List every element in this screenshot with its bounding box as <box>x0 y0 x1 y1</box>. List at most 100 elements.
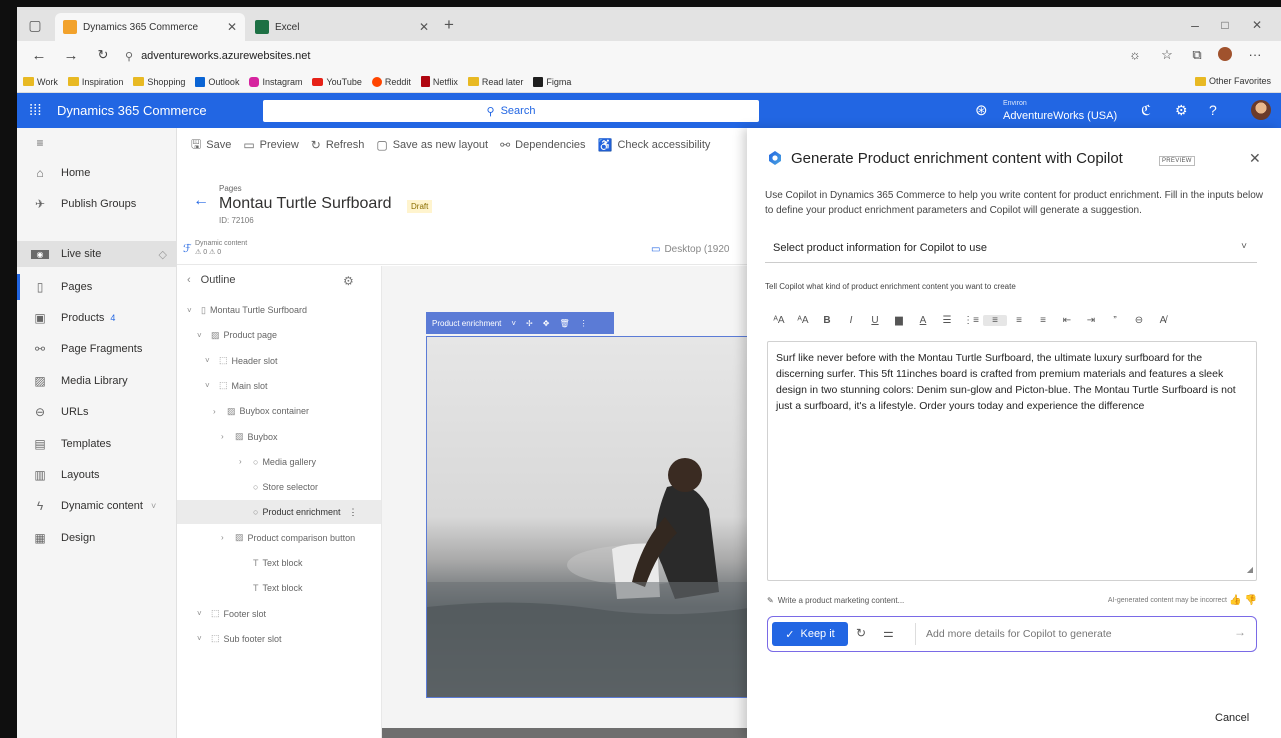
delete-icon[interactable]: 🗑 <box>559 319 569 328</box>
expand-chevron-icon[interactable]: ˅ <box>205 356 215 365</box>
minimize-icon[interactable]: – <box>1185 15 1205 35</box>
help-icon[interactable]: ? <box>1209 102 1217 118</box>
outdent-icon[interactable]: ⇤ <box>1055 315 1079 326</box>
nav-item-pages[interactable]: ▯ Pages <box>17 274 177 300</box>
bookmark-inspiration[interactable]: Inspiration <box>67 77 123 87</box>
nav-item-urls[interactable]: ⊖ URLs <box>17 399 177 425</box>
outline-item[interactable]: ˅ ⬚ Sub footer slot <box>197 627 282 651</box>
close-panel-icon[interactable]: ✕ <box>1249 150 1261 167</box>
keep-it-button[interactable]: ✓ Keep it <box>772 622 848 646</box>
expand-chevron-icon[interactable]: ˅ <box>197 331 207 340</box>
thumbs-down-icon[interactable]: 👎 <box>1245 595 1257 606</box>
outline-item[interactable]: ˅ ⬚ Main slot <box>205 374 268 398</box>
expand-chevron-icon[interactable]: › <box>221 432 231 441</box>
close-tab-icon[interactable]: ✕ <box>419 20 429 34</box>
nav-item-products[interactable]: ▣ Products 4 <box>17 305 177 331</box>
url-field[interactable]: ⚲ adventureworks.azurewebsites.net <box>125 46 1105 66</box>
bookmark-instagram[interactable]: Instagram <box>249 76 302 87</box>
outline-item[interactable]: › ▨ Buybox container <box>213 399 309 423</box>
nav-item-media-library[interactable]: ▨ Media Library <box>17 368 177 394</box>
close-window-icon[interactable]: ✕ <box>1247 15 1267 35</box>
dynamic-content-status[interactable]: Dynamic content ⚠ 0 ⚠ 0 <box>195 239 247 257</box>
copilot-header-icon[interactable]: ℭ <box>1141 102 1151 119</box>
bookmark-work[interactable]: Work <box>23 77 58 87</box>
italic-icon[interactable]: I <box>839 315 863 326</box>
environment-name[interactable]: AdventureWorks (USA) <box>1003 110 1117 122</box>
highlight-icon[interactable]: ▆ <box>887 315 911 326</box>
font-size-increase-icon[interactable]: ᴬA <box>767 315 791 326</box>
font-size-decrease-icon[interactable]: ᴬA <box>791 315 815 326</box>
outline-header[interactable]: ‹ Outline <box>187 274 236 286</box>
nav-item-layouts[interactable]: ▥ Layouts <box>17 462 177 488</box>
send-arrow-icon[interactable]: → <box>1234 625 1246 639</box>
settings-gear-icon[interactable]: ⚙ <box>1175 102 1188 119</box>
align-center-icon[interactable]: ≡ <box>1007 315 1031 326</box>
expand-chevron-icon[interactable]: ˅ <box>205 381 215 390</box>
indent-icon[interactable]: ⇥ <box>1079 315 1103 326</box>
resize-grip-icon[interactable]: ◢ <box>1247 562 1253 578</box>
regenerate-icon[interactable]: ↻ <box>856 626 866 640</box>
expand-chevron-icon[interactable]: › <box>239 457 249 466</box>
app-name[interactable]: Dynamics 365 Commerce <box>57 103 207 118</box>
chevron-down-icon[interactable]: ˅ <box>511 319 516 328</box>
nav-item-page-fragments[interactable]: ⚯ Page Fragments <box>17 336 177 362</box>
content-editor[interactable]: Surf like never before with the Montau T… <box>767 341 1257 581</box>
outline-item[interactable]: ˅ ▯ Montau Turtle Surfboard <box>187 298 307 322</box>
link-icon[interactable]: ⊖ <box>1127 315 1151 326</box>
app-launcher-icon[interactable]: ⁞⁞⁞ <box>29 102 42 119</box>
search-box[interactable]: ⚲ Search <box>263 100 759 122</box>
back-icon[interactable]: ← <box>29 47 49 64</box>
product-info-dropdown[interactable]: Select product information for Copilot t… <box>765 233 1257 263</box>
tab-dynamics[interactable]: Dynamics 365 Commerce ✕ <box>55 13 245 41</box>
add-icon[interactable]: ✢ <box>526 319 533 328</box>
clear-format-icon[interactable]: A̸ <box>1151 315 1175 326</box>
outline-settings-icon[interactable]: ⚙ <box>343 274 354 288</box>
save-button[interactable]: 🖫 Save <box>191 135 231 156</box>
forward-icon[interactable]: → <box>61 47 81 64</box>
bookmark-reddit[interactable]: Reddit <box>371 76 411 87</box>
bookmark-figma[interactable]: Figma <box>533 76 571 87</box>
viewport-selector[interactable]: ▭ Desktop (1920 <box>651 244 730 255</box>
other-favorites[interactable]: Other Favorites <box>1194 76 1271 86</box>
align-left-icon[interactable]: ≡ <box>983 314 1007 326</box>
details-input[interactable] <box>915 623 1233 645</box>
adjust-icon[interactable]: ⚌ <box>883 626 894 640</box>
underline-icon[interactable]: U <box>863 315 887 326</box>
bookmark-outlook[interactable]: Outlook <box>195 76 239 87</box>
outline-item[interactable]: ○ Product enrichment ⋮ <box>177 500 381 525</box>
save-layout-button[interactable]: ▢ Save as new layout <box>376 138 488 152</box>
nav-item-design[interactable]: ▦ Design <box>17 525 177 551</box>
outline-item[interactable]: › ▨ Buybox <box>221 425 278 449</box>
nav-item-dynamic-content[interactable]: ϟ Dynamic content ˅ <box>17 493 177 519</box>
outline-item[interactable]: T Text block <box>239 576 303 600</box>
align-right-icon[interactable]: ≡ <box>1031 315 1055 326</box>
maximize-icon[interactable]: □ <box>1215 15 1235 35</box>
collections-icon[interactable]: ⧉ <box>1187 47 1207 63</box>
numbered-list-icon[interactable]: ⋮≡ <box>959 315 983 326</box>
check-accessibility-button[interactable]: ♿ Check accessibility <box>598 138 711 152</box>
new-tab-icon[interactable]: + <box>439 15 459 35</box>
expand-chevron-icon[interactable]: › <box>213 407 223 416</box>
outline-item[interactable]: ˅ ⬚ Header slot <box>205 349 278 373</box>
nav-item-publish-groups[interactable]: ✈ Publish Groups <box>17 191 177 217</box>
nav-item-templates[interactable]: ▤ Templates <box>17 431 177 457</box>
outline-item[interactable]: ˅ ⬚ Footer slot <box>197 602 266 626</box>
cancel-button[interactable]: Cancel <box>1215 712 1249 724</box>
favorites-star-icon[interactable]: ☆ <box>1157 47 1177 63</box>
expand-chevron-icon[interactable]: › <box>221 533 231 542</box>
nav-item-live-site[interactable]: ◉ Live site ◇ <box>17 241 177 267</box>
outline-item[interactable]: › ○ Media gallery <box>239 450 316 474</box>
tab-excel[interactable]: Excel ✕ <box>247 13 437 41</box>
outline-item[interactable]: ○ Store selector <box>239 475 318 499</box>
bookmark-read-later[interactable]: Read later <box>467 77 523 87</box>
close-tab-icon[interactable]: ✕ <box>227 20 237 34</box>
refresh-button[interactable]: ↻ Refresh <box>311 138 365 152</box>
profile-icon[interactable] <box>1215 47 1235 64</box>
quote-icon[interactable]: ” <box>1103 315 1127 326</box>
more-icon[interactable]: ··· <box>1245 47 1265 62</box>
font-color-icon[interactable]: A <box>911 315 935 326</box>
nav-item-home[interactable]: ⌂ Home <box>17 160 177 186</box>
nav-collapse-button[interactable]: ≡ <box>17 130 177 156</box>
outline-item[interactable]: ˅ ▨ Product page <box>197 323 277 347</box>
bookmark-shopping[interactable]: Shopping <box>133 77 185 87</box>
